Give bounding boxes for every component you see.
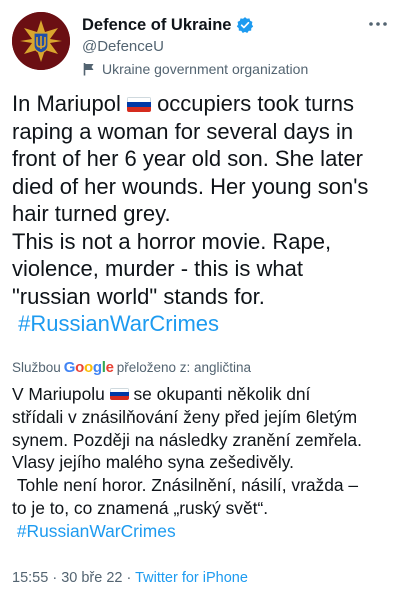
tweet-source-link[interactable]: Twitter for iPhone [135,570,248,586]
google-logo-letter: G [63,359,76,376]
translated-hashtag-link[interactable]: #RussianWarCrimes [17,521,176,541]
meta-separator: · [122,570,136,586]
tweet-body: raping a woman for several days in front… [12,118,369,309]
org-label: Ukraine government organization [102,61,309,77]
translation-suffix: přeloženo z: angličtina [116,360,252,375]
tweet-line1-start: In Mariupol [12,91,127,116]
google-logo[interactable]: Google [64,359,114,376]
hashtag-link[interactable]: #RussianWarCrimes [18,311,219,336]
russia-flag-emoji-icon [126,97,151,112]
author-handle[interactable]: @DefenceU [82,38,164,55]
translation-attribution: Službou Google přeloženo z: angličtina [12,359,251,376]
tweet-header: Defence of Ukraine @DefenceU Ukraine gov… [0,0,401,86]
author-name[interactable]: Defence of Ukraine [82,16,231,35]
google-logo-letter: g [92,359,102,376]
google-logo-letter: o [84,359,93,376]
avatar[interactable] [12,12,70,70]
translated-line1-start: V Mariupolu [12,384,110,404]
translated-line1-end: se okupanti několik dní [128,384,311,404]
verified-badge-icon [237,17,254,33]
meta-separator: · [48,570,62,586]
tweet-meta: 15:55 · 30 bře 22 · Twitter for iPhone [12,570,248,586]
russia-flag-emoji-small-icon [109,388,129,400]
tweet-text: In Mariupol occupiers took turns raping … [12,90,394,338]
org-label-row: Ukraine government organization [82,61,308,77]
translated-text: V Mariupolu se okupanti několik dní stří… [12,383,397,543]
google-logo-letter: o [75,359,85,376]
tweet-line1-end: occupiers took turns [150,91,354,116]
more-button[interactable] [367,14,389,34]
tweet-time[interactable]: 15:55 [12,570,48,586]
more-icon [369,22,387,26]
tweet-date[interactable]: 30 bře 22 [61,570,122,586]
translation-prefix: Službou [12,360,61,375]
flag-icon [83,63,94,76]
ukraine-mod-emblem-icon [12,12,70,70]
author-name-row: Defence of Ukraine [82,14,254,36]
google-logo-letter: e [105,359,114,376]
